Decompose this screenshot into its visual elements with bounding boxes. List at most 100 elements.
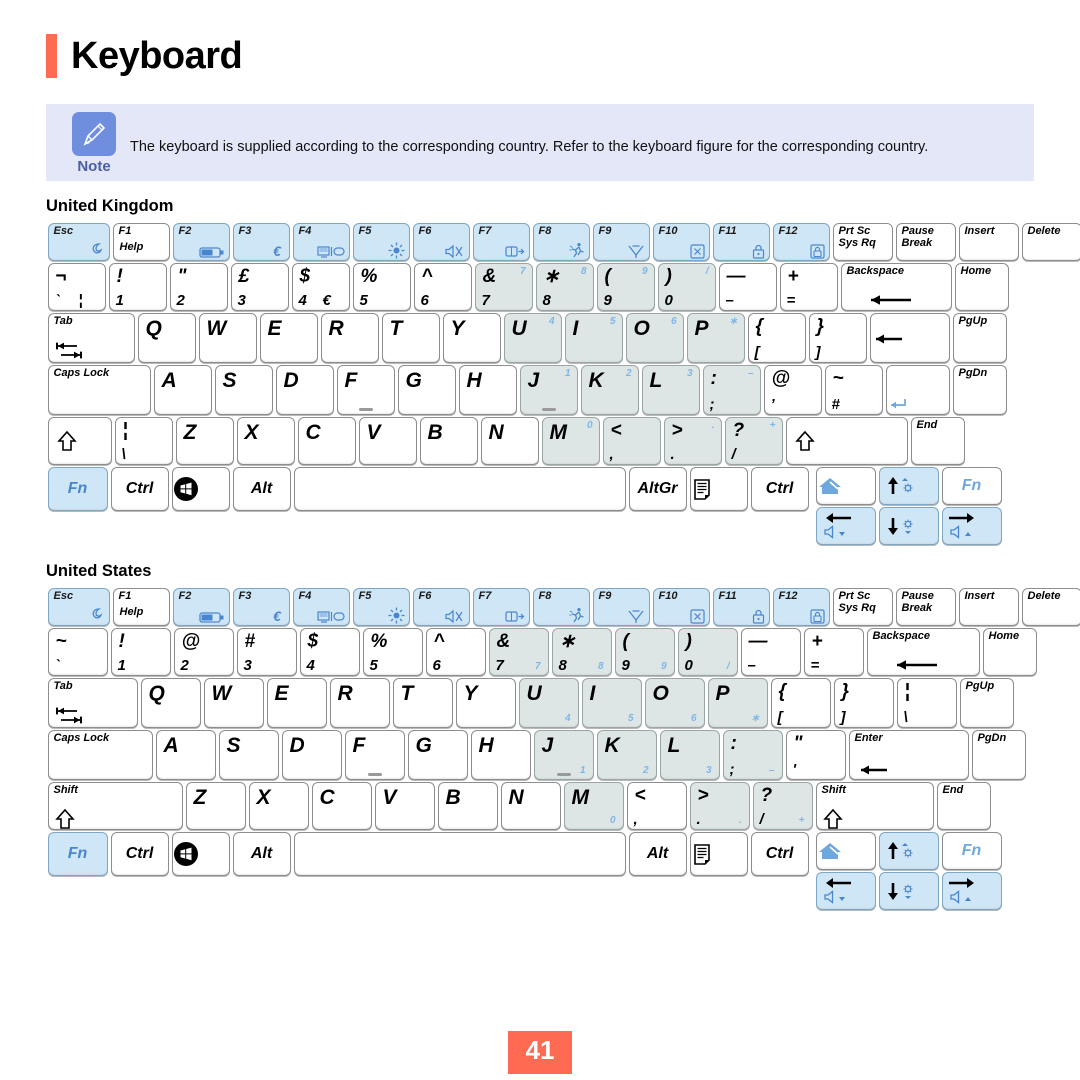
key-e[interactable]: E	[266, 678, 327, 728]
key-[interactable]: ? / +	[724, 417, 783, 465]
key-5[interactable]: % 5	[362, 628, 423, 676]
key-r[interactable]: R	[329, 678, 390, 728]
key-down-brightness-icon[interactable]	[878, 872, 939, 910]
key-c[interactable]: C	[297, 417, 356, 465]
key-m[interactable]: M0	[563, 782, 624, 830]
key-up-brightness-icon[interactable]	[878, 467, 939, 505]
key-3[interactable]: #3	[236, 628, 297, 676]
key-b[interactable]: B	[419, 417, 478, 465]
key-end[interactable]: End	[910, 417, 965, 465]
key-m[interactable]: M0	[541, 417, 600, 465]
key-fn[interactable]: Fn	[941, 832, 1002, 870]
key-[interactable]: <,	[602, 417, 661, 465]
key-home-icon[interactable]	[815, 467, 876, 505]
key-l[interactable]: L3	[659, 730, 720, 780]
key-menu-icon[interactable]	[689, 467, 748, 511]
key-f8[interactable]: F8	[532, 588, 590, 626]
key-caps-lock[interactable]: Caps Lock	[47, 730, 153, 780]
key-pgdn[interactable]: PgDn	[971, 730, 1026, 780]
key-x[interactable]: X	[236, 417, 295, 465]
key-f6[interactable]: F6	[412, 588, 470, 626]
key-f9[interactable]: F9	[592, 588, 650, 626]
key-insert[interactable]: Insert	[958, 588, 1019, 626]
key-v[interactable]: V	[358, 417, 417, 465]
key-enter-arrow-icon[interactable]	[869, 313, 950, 363]
key-pgup[interactable]: PgUp	[952, 313, 1007, 363]
key-[interactable]: :; –	[702, 365, 761, 415]
key-up-brightness-icon[interactable]	[878, 832, 939, 870]
key-right-volume-up-icon[interactable]	[941, 507, 1002, 545]
key-ctrl[interactable]: Ctrl	[110, 467, 169, 511]
key-o[interactable]: O6	[644, 678, 705, 728]
key-pgdn[interactable]: PgDn	[952, 365, 1007, 415]
key-shift[interactable]: Shift	[815, 782, 934, 830]
key-z[interactable]: Z	[185, 782, 246, 830]
key-home[interactable]: Home	[982, 628, 1037, 676]
key-n[interactable]: N	[500, 782, 561, 830]
key-u[interactable]: U4	[518, 678, 579, 728]
key-f9[interactable]: F9	[592, 223, 650, 261]
key-home[interactable]: Home	[954, 263, 1009, 311]
key-f1[interactable]: F1 Help	[112, 588, 170, 626]
key-shift-arrow-icon[interactable]	[785, 417, 908, 465]
key-f10[interactable]: F10	[652, 223, 710, 261]
key-home-icon[interactable]	[815, 832, 876, 870]
key-k[interactable]: K2	[580, 365, 639, 415]
key-windows-icon[interactable]	[171, 467, 230, 511]
key-2[interactable]: " 2	[169, 263, 228, 311]
key-pause-break[interactable]: Pause Break	[895, 588, 956, 626]
key-f4[interactable]: F4	[292, 588, 350, 626]
key-q[interactable]: Q	[137, 313, 196, 363]
key-[interactable]: @’	[763, 365, 822, 415]
key-f6[interactable]: F6	[412, 223, 470, 261]
key-enter[interactable]: Enter	[848, 730, 969, 780]
key-j[interactable]: J1	[519, 365, 578, 415]
key-right-volume-up-icon[interactable]	[941, 872, 1002, 910]
space-bar[interactable]	[293, 467, 626, 511]
key-left-volume-down-icon[interactable]	[815, 507, 876, 545]
key-[interactable]: {[	[770, 678, 831, 728]
key-backspace[interactable]: Backspace	[840, 263, 952, 311]
key-[interactable]: >..	[689, 782, 750, 830]
key-[interactable]: ¦ \	[896, 678, 957, 728]
key-f4[interactable]: F4	[292, 223, 350, 261]
key-insert[interactable]: Insert	[958, 223, 1019, 261]
key-[interactable]: <,	[626, 782, 687, 830]
key-y[interactable]: Y	[455, 678, 516, 728]
key-c[interactable]: C	[311, 782, 372, 830]
key-i[interactable]: I5	[564, 313, 623, 363]
key-4[interactable]: $4 €	[291, 263, 350, 311]
key-f7[interactable]: F7	[472, 588, 530, 626]
key-[interactable]: ~ #	[824, 365, 883, 415]
key-e[interactable]: E	[259, 313, 318, 363]
key-tab[interactable]: Tab	[47, 313, 135, 363]
key-f11[interactable]: F11	[712, 223, 770, 261]
key-fn[interactable]: Fn	[47, 832, 108, 876]
key-[interactable]: {[	[747, 313, 806, 363]
key-delete[interactable]: Delete	[1021, 588, 1080, 626]
key-k[interactable]: K2	[596, 730, 657, 780]
key-pause-break[interactable]: Pause Break	[895, 223, 956, 261]
key-alt[interactable]: Alt	[232, 467, 291, 511]
key-0[interactable]: ) 0 /	[677, 628, 738, 676]
key-a[interactable]: A	[155, 730, 216, 780]
key-pgup[interactable]: PgUp	[959, 678, 1014, 728]
key-d[interactable]: D	[275, 365, 334, 415]
key-[interactable]: + =	[803, 628, 864, 676]
key-v[interactable]: V	[374, 782, 435, 830]
key-alt[interactable]: Alt	[628, 832, 687, 876]
key-3[interactable]: £3	[230, 263, 289, 311]
key-b[interactable]: B	[437, 782, 498, 830]
key-z[interactable]: Z	[175, 417, 234, 465]
key-f5[interactable]: F5	[352, 588, 410, 626]
key-[interactable]: — –	[718, 263, 777, 311]
key-backspace[interactable]: Backspace	[866, 628, 980, 676]
key-f[interactable]: F	[344, 730, 405, 780]
key-j[interactable]: J1	[533, 730, 594, 780]
key-[interactable]: ¦ \	[114, 417, 173, 465]
key-p[interactable]: P ∗	[686, 313, 745, 363]
key-[interactable]: — –	[740, 628, 801, 676]
key-9[interactable]: (9 9	[614, 628, 675, 676]
key-[interactable]: ~ `	[47, 628, 108, 676]
key-1[interactable]: ! 1	[110, 628, 171, 676]
